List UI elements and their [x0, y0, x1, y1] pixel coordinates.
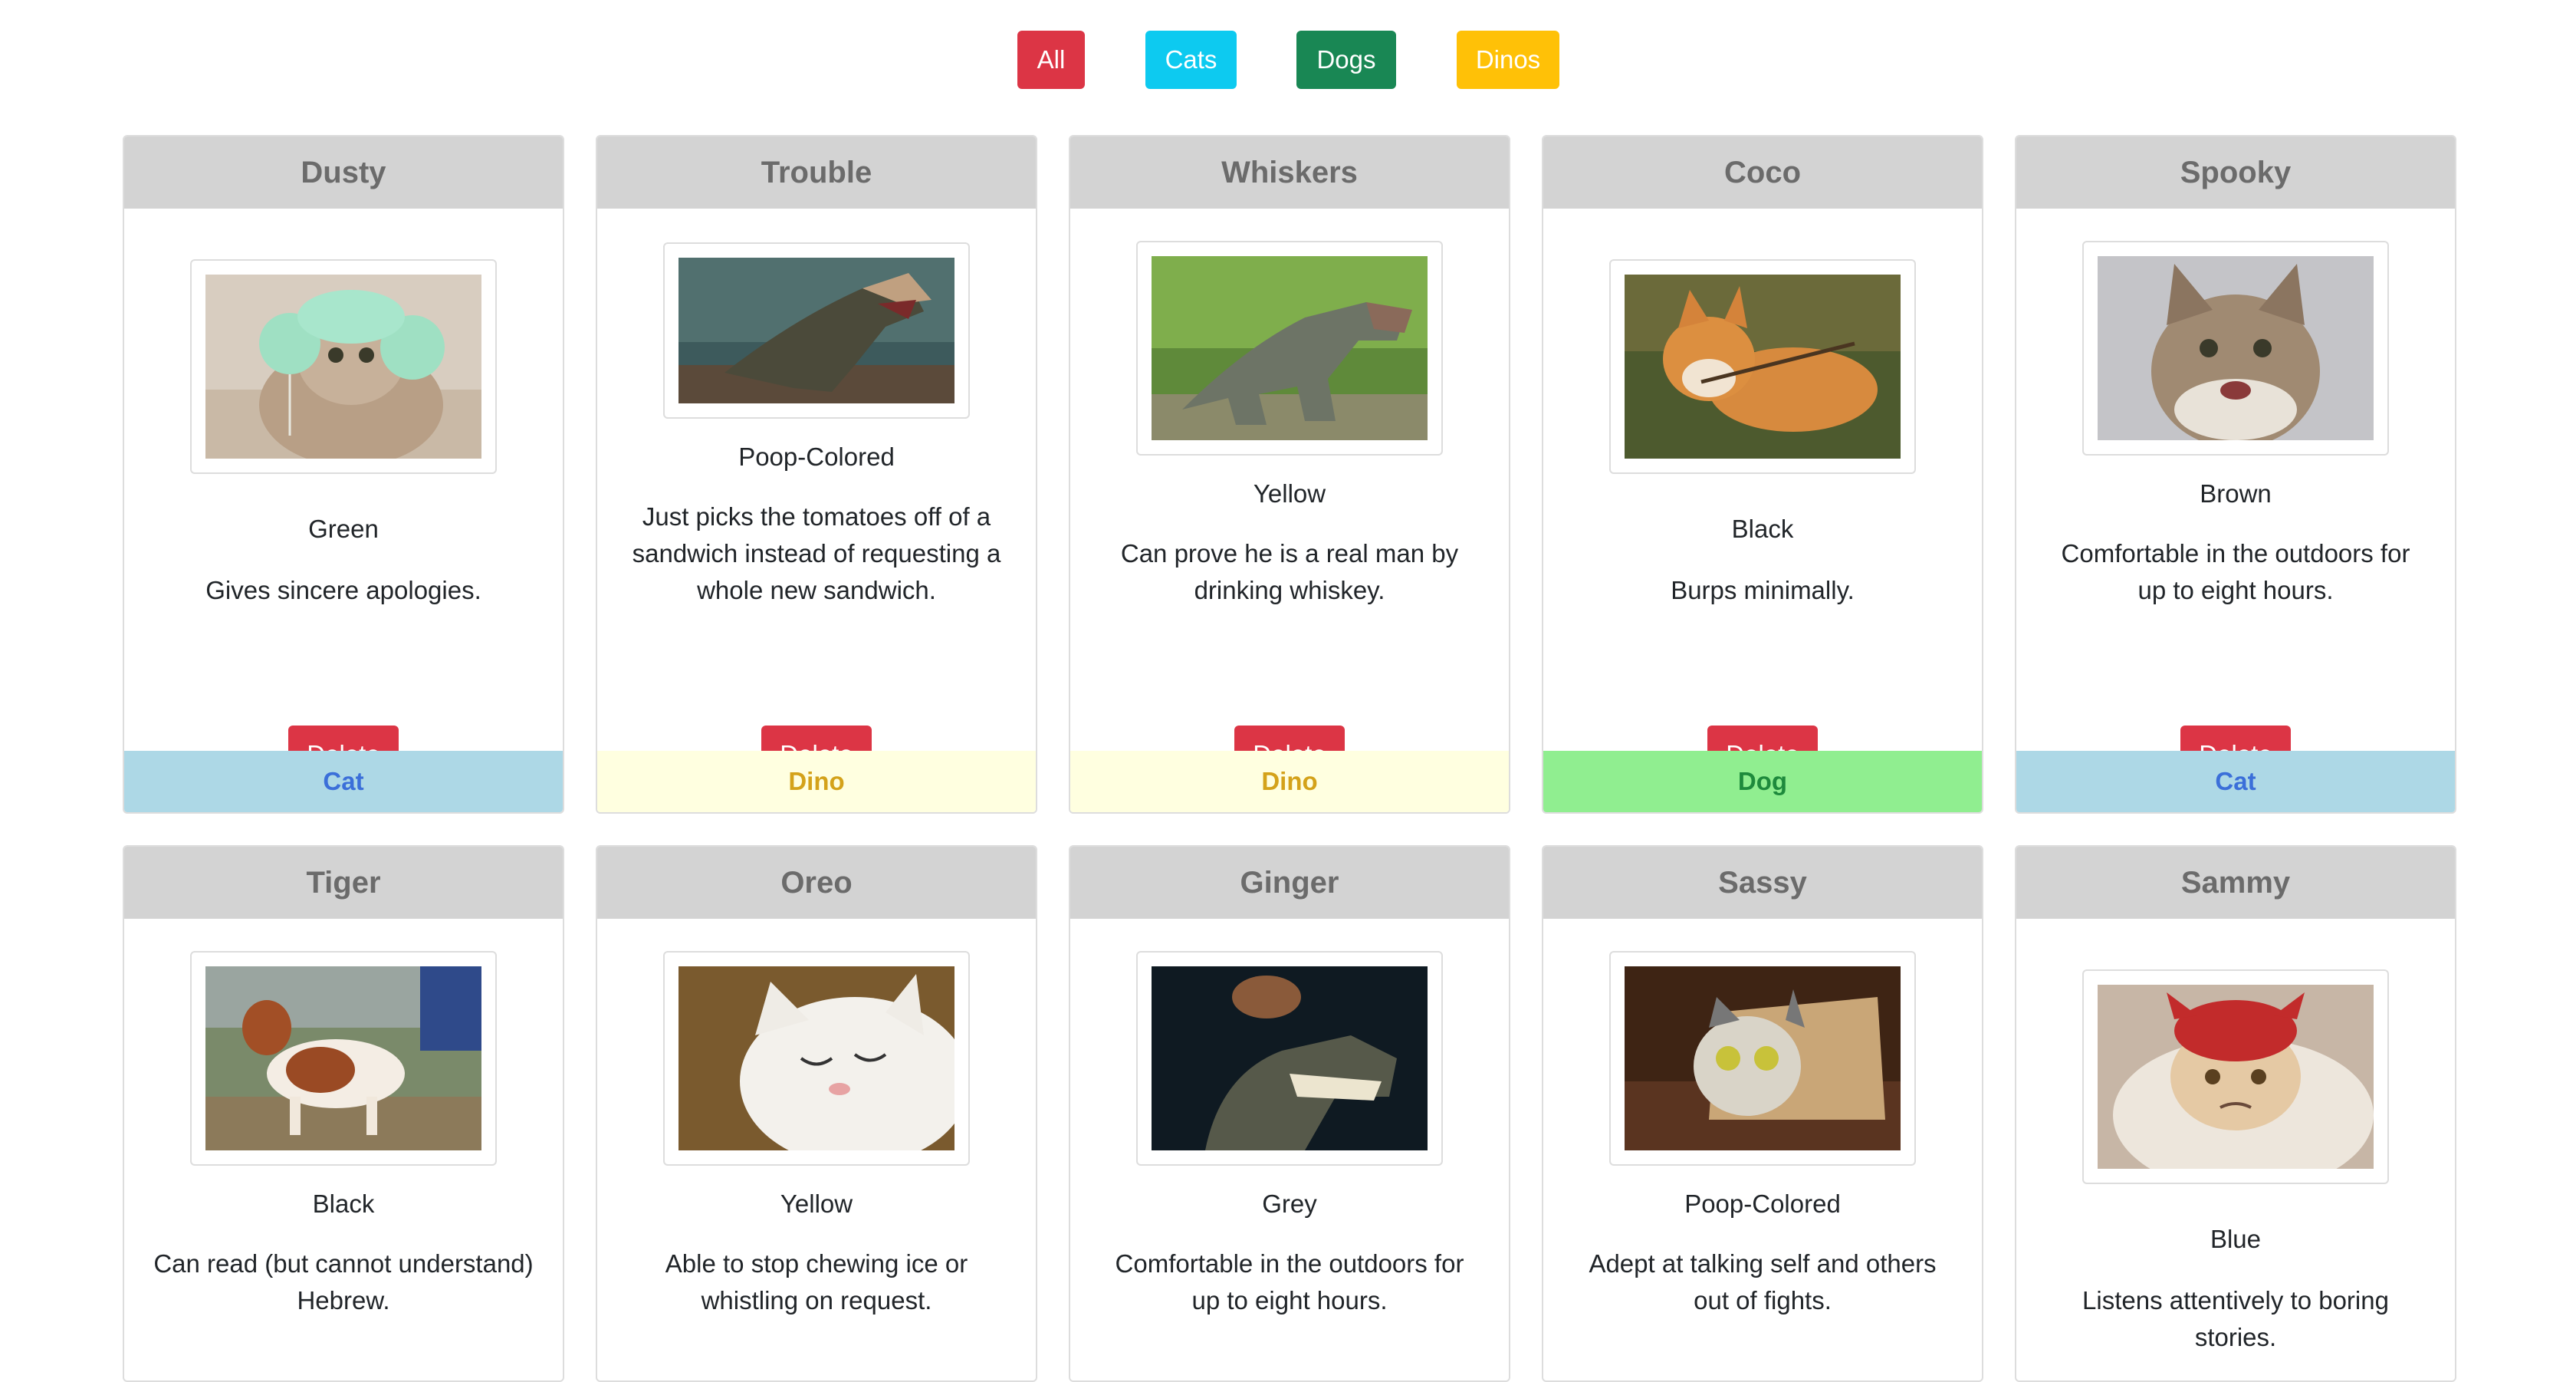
card-body: Brown Comfortable in the outdoors for up… — [2016, 209, 2455, 736]
pet-name: Sammy — [2016, 847, 2455, 919]
pet-photo — [205, 966, 481, 1150]
pet-color: Yellow — [1253, 479, 1326, 508]
pet-description: Can read (but cannot understand) Hebrew. — [153, 1249, 534, 1315]
pet-card: Whiskers Yellow Can prove he is a real m… — [1069, 135, 1510, 814]
pet-photo — [678, 966, 955, 1150]
pet-card: Dusty Green Gives sincere apologies. Cat — [123, 135, 564, 814]
pet-photo — [2098, 985, 2374, 1169]
card-body: Grey Comfortable in the outdoors for up … — [1070, 919, 1509, 1380]
pet-description: Can prove he is a real man by drinking w… — [1120, 539, 1459, 604]
pet-color: Black — [312, 1190, 375, 1218]
pet-image-frame — [663, 242, 970, 419]
pet-name: Spooky — [2016, 137, 2455, 209]
pet-name: Sassy — [1543, 847, 1982, 919]
pet-card: Ginger Grey Comfortable in the outdoors … — [1069, 845, 1510, 1382]
pet-type-label: Dog — [1543, 751, 1982, 812]
pet-type-label: Dino — [1070, 751, 1509, 812]
pet-photo — [1625, 275, 1901, 459]
card-body: Black Burps minimally. — [1543, 209, 1982, 736]
pet-photo — [1152, 256, 1428, 440]
pet-card: Sammy Blue Listens attentively to boring… — [2015, 845, 2456, 1382]
pet-color: Poop-Colored — [738, 443, 895, 471]
pet-image-frame — [1136, 951, 1443, 1166]
card-body: Poop-Colored Just picks the tomatoes off… — [597, 209, 1036, 736]
pet-photo — [1625, 966, 1901, 1150]
pet-photo — [205, 275, 481, 459]
pet-description: Gives sincere apologies. — [205, 576, 481, 604]
card-body: Black Can read (but cannot understand) H… — [124, 919, 563, 1380]
card-body: Yellow Able to stop chewing ice or whist… — [597, 919, 1036, 1380]
pet-description: Able to stop chewing ice or whistling on… — [665, 1249, 968, 1315]
pet-name: Coco — [1543, 137, 1982, 209]
pet-image-frame — [663, 951, 970, 1166]
pet-image-frame — [2082, 241, 2389, 456]
pet-color: Yellow — [780, 1190, 853, 1218]
pet-name: Oreo — [597, 847, 1036, 919]
pet-name: Tiger — [124, 847, 563, 919]
card-body: Blue Listens attentively to boring stori… — [2016, 919, 2455, 1380]
pet-description: Comfortable in the outdoors for up to ei… — [2061, 539, 2410, 604]
pet-card: Tiger Black Can read (but cannot underst… — [123, 845, 564, 1382]
pet-card: Trouble Poop-Colored Just picks the toma… — [596, 135, 1037, 814]
filter-bar: All Cats Dogs Dinos — [0, 31, 2576, 89]
pet-name: Whiskers — [1070, 137, 1509, 209]
pet-image-frame — [1609, 259, 1916, 474]
pet-type-label: Dino — [597, 751, 1036, 812]
pet-card: Coco Black Burps minimally. Dog — [1542, 135, 1983, 814]
pet-card: Oreo Yellow Able to stop chewing ice or … — [596, 845, 1037, 1382]
filter-all-button[interactable]: All — [1017, 31, 1085, 89]
pet-image-frame — [1609, 951, 1916, 1166]
filter-cats-button[interactable]: Cats — [1145, 31, 1237, 89]
pet-photo — [678, 258, 955, 403]
pet-image-frame — [190, 951, 497, 1166]
pet-description: Listens attentively to boring stories. — [2082, 1286, 2389, 1351]
pet-photo — [2098, 256, 2374, 440]
pet-description: Burps minimally. — [1671, 576, 1855, 604]
pet-color: Poop-Colored — [1684, 1190, 1841, 1218]
pet-card: Spooky Brown Comfortable in the outdoors… — [2015, 135, 2456, 814]
pet-color: Brown — [2200, 479, 2272, 508]
pet-type-label: Cat — [124, 751, 563, 812]
filter-dogs-button[interactable]: Dogs — [1296, 31, 1396, 89]
pet-image-frame — [1136, 241, 1443, 456]
pet-color: Green — [308, 515, 379, 543]
card-body: Poop-Colored Adept at talking self and o… — [1543, 919, 1982, 1380]
pet-name: Trouble — [597, 137, 1036, 209]
pet-image-frame — [2082, 969, 2389, 1184]
card-body: Yellow Can prove he is a real man by dri… — [1070, 209, 1509, 736]
pet-description: Adept at talking self and others out of … — [1589, 1249, 1937, 1315]
card-body: Green Gives sincere apologies. — [124, 209, 563, 736]
pet-name: Ginger — [1070, 847, 1509, 919]
pet-description: Comfortable in the outdoors for up to ei… — [1115, 1249, 1464, 1315]
filter-dinos-button[interactable]: Dinos — [1457, 31, 1559, 89]
pet-color: Black — [1731, 515, 1794, 543]
pet-photo — [1152, 966, 1428, 1150]
pet-image-frame — [190, 259, 497, 474]
pet-color: Grey — [1262, 1190, 1317, 1218]
pet-type-label: Cat — [2016, 751, 2455, 812]
pet-color: Blue — [2210, 1225, 2262, 1253]
pet-description: Just picks the tomatoes off of a sandwic… — [632, 502, 1001, 604]
pet-name: Dusty — [124, 137, 563, 209]
pet-card: Sassy Poop-Colored Adept at talking self… — [1542, 845, 1983, 1382]
